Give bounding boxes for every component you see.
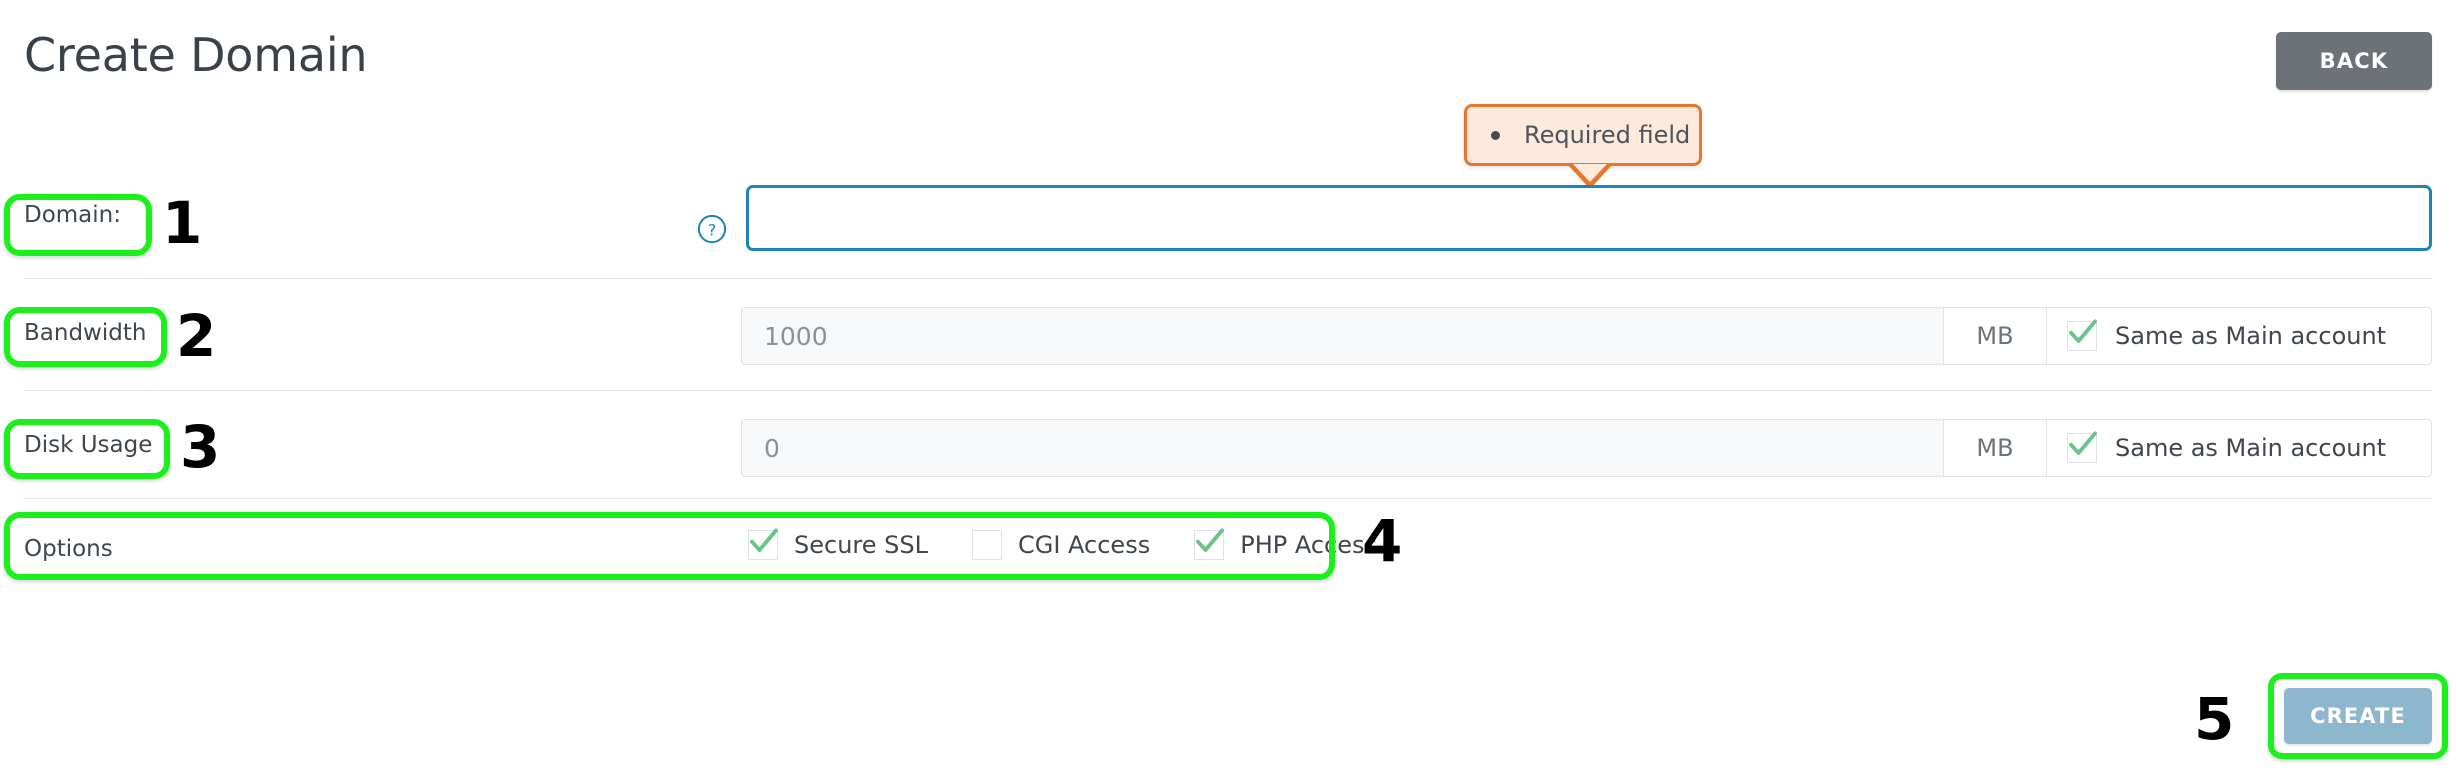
disk-usage-input[interactable] [741, 419, 1943, 477]
bandwidth-unit: MB [1943, 307, 2047, 365]
page-title: Create Domain [24, 28, 368, 82]
secure-ssl-label: Secure SSL [794, 531, 928, 559]
disk-usage-label: Disk Usage [24, 432, 153, 458]
disk-usage-same-as-main[interactable]: Same as Main account [2047, 419, 2432, 477]
php-access-label: PHP Access [1240, 531, 1377, 559]
domain-input[interactable] [746, 185, 2432, 251]
cgi-access-checkbox[interactable] [971, 530, 1002, 560]
row-divider [24, 278, 2432, 279]
secure-ssl-checkbox[interactable] [748, 528, 778, 560]
disk-usage-unit: MB [1943, 419, 2047, 477]
back-button[interactable]: BACK [2276, 32, 2432, 90]
option-cgi-access[interactable]: CGI Access [971, 530, 1151, 560]
annotation-marker-5: 5 [2194, 685, 2235, 753]
bandwidth-same-as-main-label: Same as Main account [2115, 322, 2387, 350]
bullet-icon [1491, 130, 1500, 140]
question-circle-icon[interactable]: ? [697, 214, 727, 244]
required-field-tooltip: Required field [1464, 104, 1702, 166]
disk-usage-same-as-main-label: Same as Main account [2115, 434, 2387, 462]
php-access-checkbox[interactable] [1194, 528, 1225, 560]
option-secure-ssl[interactable]: Secure SSL [748, 528, 928, 560]
row-divider [24, 390, 2432, 391]
options-checkbox-group: Secure SSL CGI Access PHP Access [748, 528, 1377, 560]
row-divider [24, 498, 2432, 499]
page-header: Create Domain BACK [0, 0, 2456, 110]
bandwidth-label: Bandwidth [24, 320, 147, 346]
create-button[interactable]: CREATE [2284, 688, 2432, 744]
tooltip-text: Required field [1524, 121, 1691, 149]
disk-usage-same-as-main-checkbox[interactable] [2067, 431, 2097, 463]
bandwidth-same-as-main[interactable]: Same as Main account [2047, 307, 2432, 365]
svg-text:?: ? [708, 220, 717, 239]
bandwidth-same-as-main-checkbox[interactable] [2067, 319, 2097, 351]
option-php-access[interactable]: PHP Access [1194, 528, 1377, 560]
bandwidth-input[interactable] [741, 307, 1943, 365]
domain-label: Domain: [24, 202, 121, 228]
options-label: Options [24, 536, 113, 562]
cgi-access-label: CGI Access [1017, 531, 1151, 559]
